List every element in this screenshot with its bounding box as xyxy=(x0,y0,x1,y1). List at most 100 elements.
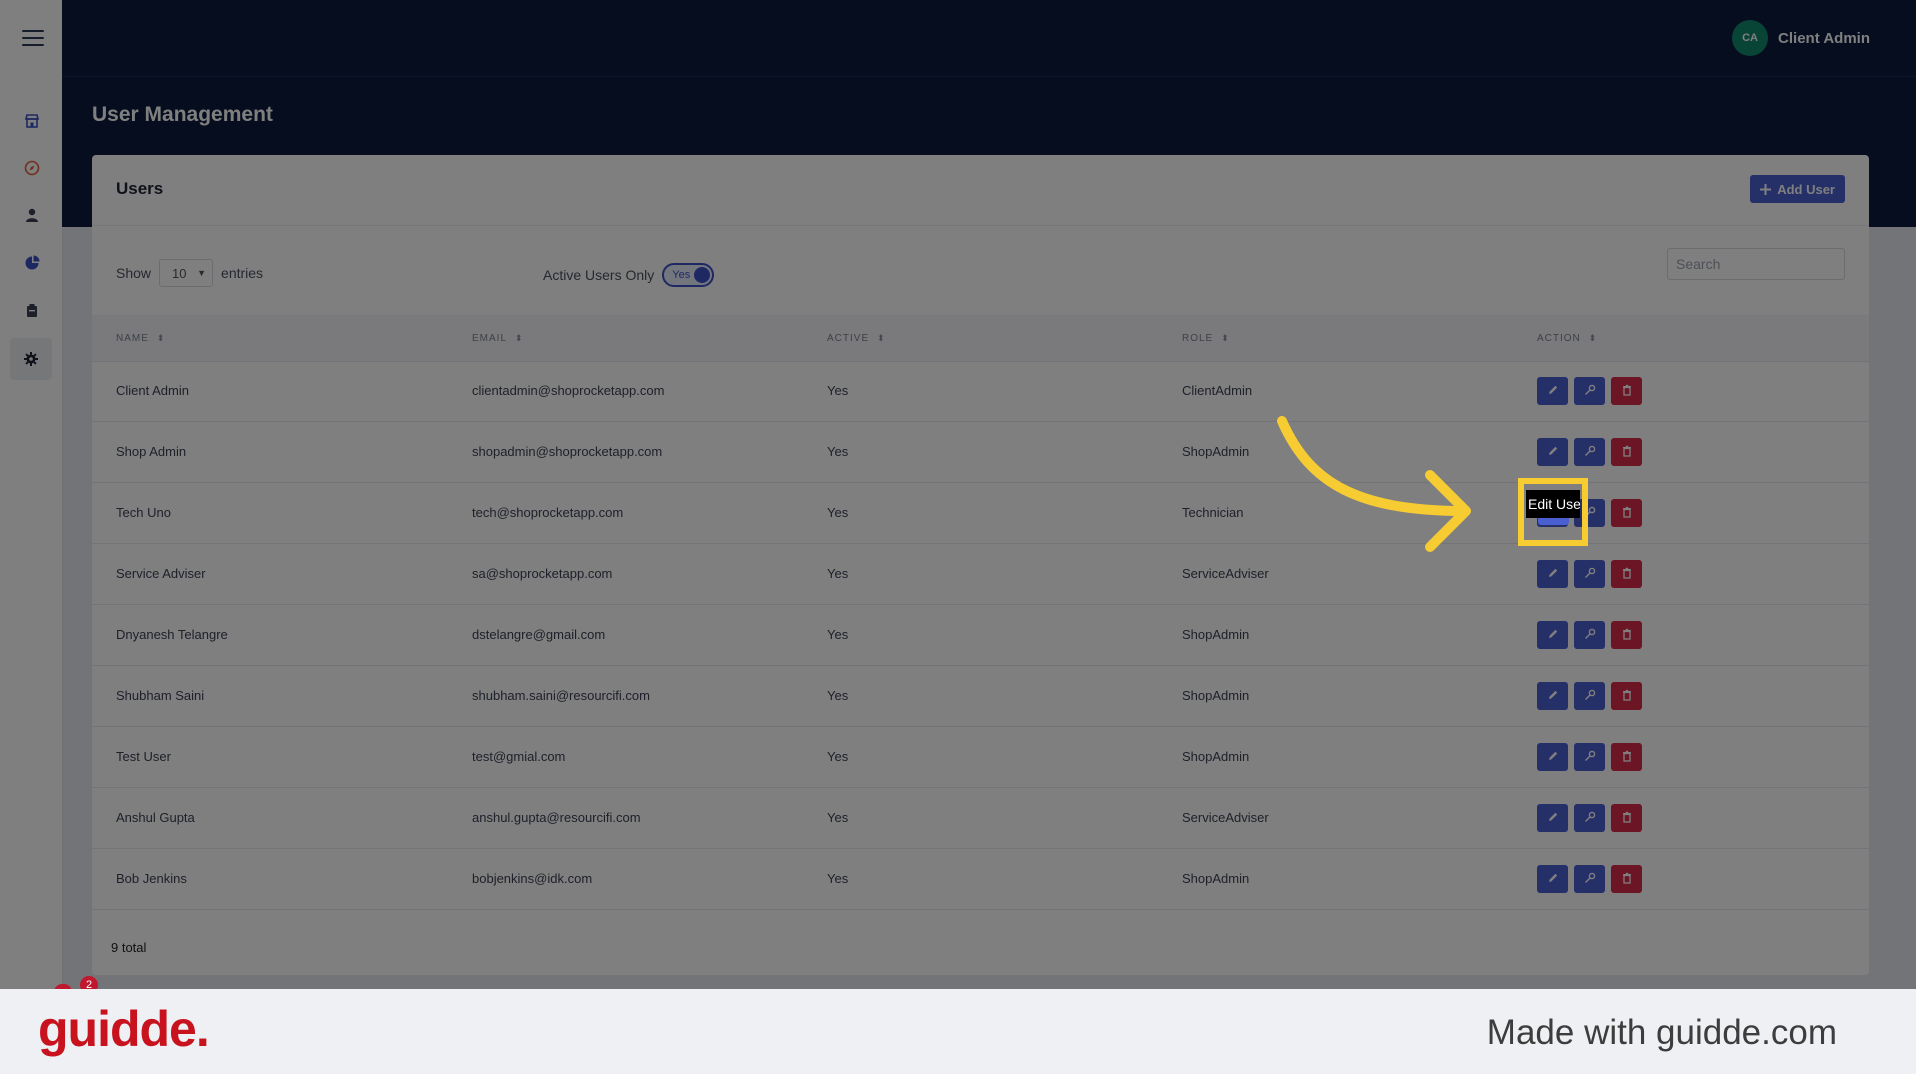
sort-icon: ⬍ xyxy=(1221,333,1230,343)
store-icon[interactable] xyxy=(17,106,47,136)
table-row: Shop Admin shopadmin@shoprocketapp.com Yes… xyxy=(92,422,1869,483)
edit-user-button[interactable] xyxy=(1537,377,1568,405)
reset-password-button[interactable] xyxy=(1574,865,1605,893)
edit-user-button[interactable] xyxy=(1537,438,1568,466)
active-users-filter: Active Users Only Yes xyxy=(543,263,715,287)
trash-icon xyxy=(1621,811,1633,826)
inventory-icon[interactable] xyxy=(17,296,47,326)
delete-user-button[interactable] xyxy=(1611,377,1642,405)
edit-user-button[interactable] xyxy=(1537,560,1568,588)
chevron-down-icon: ▼ xyxy=(197,268,207,278)
entries-value: 10 xyxy=(172,265,187,281)
sort-icon: ⬍ xyxy=(1588,333,1598,343)
user-icon[interactable] xyxy=(17,200,47,230)
menu-icon[interactable] xyxy=(22,30,44,46)
cell-email: tech@shoprocketapp.com xyxy=(472,505,624,520)
row-actions xyxy=(1537,743,1642,771)
settings-icon[interactable] xyxy=(10,338,52,380)
delete-user-button[interactable] xyxy=(1611,560,1642,588)
delete-user-button[interactable] xyxy=(1611,743,1642,771)
trash-icon xyxy=(1621,872,1633,887)
reset-password-button[interactable] xyxy=(1574,804,1605,832)
cell-role: ServiceAdviser xyxy=(1182,566,1269,581)
chart-pie-icon[interactable] xyxy=(17,248,47,278)
reset-password-button[interactable] xyxy=(1574,682,1605,710)
cell-name: Anshul Gupta xyxy=(116,810,195,825)
delete-user-button[interactable] xyxy=(1611,865,1642,893)
table-row: Dnyanesh Telangre dstelangre@gmail.com Yes… xyxy=(92,605,1869,666)
cell-email: dstelangre@gmail.com xyxy=(472,627,606,642)
column-header-role[interactable]: ROLE ⬍ xyxy=(1182,333,1230,344)
trash-icon xyxy=(1621,384,1633,399)
row-actions xyxy=(1537,621,1642,649)
key-icon xyxy=(1584,811,1596,826)
cell-active: Yes xyxy=(827,444,849,459)
cell-name: Service Adviser xyxy=(116,566,206,581)
cell-active: Yes xyxy=(827,871,849,886)
pencil-icon xyxy=(1547,811,1559,826)
edit-user-button[interactable] xyxy=(1537,804,1568,832)
column-label: ACTIVE xyxy=(827,333,870,344)
column-header-action[interactable]: ACTION ⬍ xyxy=(1537,333,1597,344)
edit-user-button[interactable] xyxy=(1537,743,1568,771)
row-actions xyxy=(1537,682,1642,710)
cell-email: test@gmial.com xyxy=(472,749,566,764)
trash-icon xyxy=(1621,628,1633,643)
table-row: Anshul Gupta anshul.gupta@resourcifi.com Y… xyxy=(92,788,1869,849)
pencil-icon xyxy=(1547,689,1559,704)
trash-icon xyxy=(1621,750,1633,765)
column-header-name[interactable]: NAME ⬍ xyxy=(116,333,165,344)
delete-user-button[interactable] xyxy=(1611,682,1642,710)
cell-name: Client Admin xyxy=(116,383,189,398)
made-with-text: Made with guidde.com xyxy=(1486,1013,1837,1052)
table-row: Shubham Saini shubham.saini@resourcifi.co… xyxy=(92,666,1869,727)
topbar-divider xyxy=(62,76,1916,77)
cell-role: ShopAdmin xyxy=(1182,627,1250,642)
add-user-button[interactable]: Add User xyxy=(1750,175,1845,203)
cell-name: Shop Admin xyxy=(116,444,187,459)
table-row: Service Adviser sa@shoprocketapp.com Yes Se… xyxy=(92,544,1869,605)
trash-icon xyxy=(1621,567,1633,582)
reset-password-button[interactable] xyxy=(1574,621,1605,649)
edit-user-button[interactable] xyxy=(1537,621,1568,649)
cell-email: bobjenkins@idk.com xyxy=(472,871,593,886)
app: CA Client Admin User Management Users Ad… xyxy=(0,0,1916,989)
reset-password-button[interactable] xyxy=(1574,438,1605,466)
user-menu[interactable]: CA Client Admin xyxy=(1732,20,1870,56)
reset-password-button[interactable] xyxy=(1574,377,1605,405)
table-controls: Show 10 ▼ entries Active Users Only Yes xyxy=(92,225,1869,315)
card-header: Users Add User xyxy=(92,155,1869,226)
pencil-icon xyxy=(1547,445,1559,460)
active-users-toggle[interactable]: Yes xyxy=(662,263,715,287)
sort-icon: ⬍ xyxy=(156,333,166,343)
card-title: Users xyxy=(116,179,164,198)
cell-email: clientadmin@shoprocketapp.com xyxy=(472,383,665,398)
table-total: 9 total xyxy=(111,940,147,955)
column-header-active[interactable]: ACTIVE ⬍ xyxy=(827,333,886,344)
reset-password-button[interactable] xyxy=(1574,743,1605,771)
delete-user-button[interactable] xyxy=(1611,621,1642,649)
pencil-icon xyxy=(1547,750,1559,765)
reset-password-button[interactable] xyxy=(1574,560,1605,588)
focus-highlight-box xyxy=(1518,478,1588,546)
column-label: ROLE xyxy=(1182,333,1214,344)
edit-user-button[interactable] xyxy=(1537,682,1568,710)
key-icon xyxy=(1584,384,1596,399)
pencil-icon xyxy=(1547,567,1559,582)
cell-name: Bob Jenkins xyxy=(116,871,187,886)
delete-user-button[interactable] xyxy=(1611,438,1642,466)
table-row: Client Admin clientadmin@shoprocketapp.co… xyxy=(92,361,1869,422)
cell-active: Yes xyxy=(827,627,849,642)
table-row: Bob Jenkins bobjenkins@idk.com Yes ShopAdmi… xyxy=(92,849,1869,910)
cell-active: Yes xyxy=(827,810,849,825)
compass-icon[interactable] xyxy=(17,153,47,183)
column-header-email[interactable]: EMAIL ⬍ xyxy=(472,333,524,344)
delete-user-button[interactable] xyxy=(1611,499,1642,527)
search-input[interactable]: Search xyxy=(1667,248,1845,280)
cell-active: Yes xyxy=(827,383,849,398)
cell-email: anshul.gupta@resourcifi.com xyxy=(472,810,641,825)
row-actions xyxy=(1537,377,1642,405)
entries-select[interactable]: 10 ▼ xyxy=(159,259,214,287)
edit-user-button[interactable] xyxy=(1537,865,1568,893)
delete-user-button[interactable] xyxy=(1611,804,1642,832)
